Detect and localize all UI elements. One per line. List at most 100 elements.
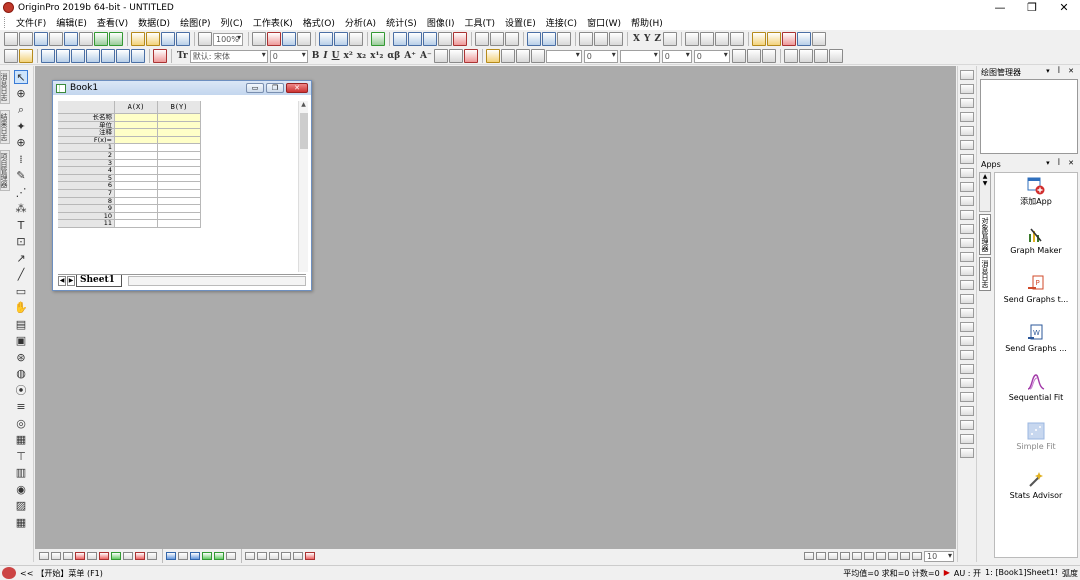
column-chart-icon[interactable] (542, 32, 556, 46)
layout-6-icon[interactable] (304, 552, 315, 560)
arrange-5-icon[interactable] (852, 552, 862, 560)
align-icon[interactable] (433, 49, 448, 63)
status-prefix[interactable]: << (20, 569, 33, 578)
menu-format[interactable]: 格式(O) (298, 16, 340, 29)
layout-5-icon[interactable] (292, 552, 303, 560)
scroll-up-icon[interactable]: ▲ (299, 101, 308, 108)
pattern-color-icon[interactable] (500, 49, 515, 63)
app-icon-3[interactable] (782, 32, 796, 46)
menu-window[interactable]: 窗口(W) (582, 16, 626, 29)
row-label[interactable]: 长名称 (58, 114, 115, 122)
row-label[interactable]: F(x)= (58, 136, 115, 145)
new-project-icon[interactable] (4, 32, 18, 46)
legend-tool-icon[interactable]: ≡ (14, 400, 28, 414)
gradient-icon[interactable] (746, 49, 761, 63)
heatmap-graph-icon[interactable] (213, 552, 224, 560)
layer-tool-icon[interactable]: ◍ (14, 367, 28, 381)
fill-color-icon[interactable] (485, 49, 500, 63)
contour-graph-icon[interactable] (201, 552, 212, 560)
cell[interactable] (158, 167, 201, 175)
rt-tool-8-icon[interactable] (960, 168, 974, 178)
row-number[interactable]: 8 (58, 197, 115, 206)
column-header-a[interactable]: A(X) (115, 101, 158, 114)
pointer-icon[interactable]: ↖ (14, 70, 28, 84)
3d-plot-icon[interactable] (131, 49, 145, 63)
color-scale-icon[interactable]: ◎ (14, 417, 28, 431)
menu-data[interactable]: 数据(D) (133, 16, 175, 29)
arrange-6-icon[interactable] (864, 552, 874, 560)
region-mask-icon[interactable]: ⋰ (14, 186, 28, 200)
next-column-icon[interactable] (715, 32, 729, 46)
menu-analysis[interactable]: 分析(A) (340, 16, 381, 29)
first-column-icon[interactable] (685, 32, 699, 46)
plot-details-icon[interactable] (393, 32, 407, 46)
new-layout-icon[interactable] (94, 32, 108, 46)
line-plot-icon[interactable] (41, 49, 55, 63)
line-style-combo[interactable] (545, 49, 582, 63)
scale-icon[interactable]: ✦ (14, 120, 28, 134)
draw-data-icon[interactable]: ⊛ (14, 351, 28, 365)
zoom-combo[interactable]: 100% (213, 32, 243, 46)
arrange-2-icon[interactable] (816, 552, 826, 560)
layout-4-icon[interactable] (280, 552, 291, 560)
rt-tool-1-icon[interactable] (960, 70, 974, 80)
line-graph-icon[interactable] (38, 552, 49, 560)
cell[interactable] (115, 151, 158, 160)
mask-tool-icon[interactable]: ⦿ (14, 384, 28, 398)
row-label[interactable]: 注释 (58, 129, 115, 137)
worksheet-grid[interactable]: A(X) B(Y) 长名称 单位 注释 F(x)= 1 2 3 4 5 6 7 … (58, 101, 294, 272)
stacked-chart-icon[interactable] (557, 32, 571, 46)
unmerge-cells-icon[interactable] (798, 49, 813, 63)
cell[interactable] (115, 197, 158, 206)
app-item-simple-fit[interactable]: Simple Fit (995, 418, 1077, 467)
sheet-prev-icon[interactable]: ◀ (58, 275, 66, 286)
rt-tool-11-icon[interactable] (960, 210, 974, 220)
arrange-4-icon[interactable] (840, 552, 850, 560)
cell[interactable] (158, 144, 201, 152)
arrange-10-icon[interactable] (912, 552, 922, 560)
subscript-icon[interactable]: x₂ (357, 51, 366, 61)
rt-tool-20-icon[interactable] (960, 336, 974, 346)
menu-column[interactable]: 列(C) (216, 16, 248, 29)
panel-controls[interactable]: ▾ ꟾ ✕ (1046, 159, 1077, 167)
app-icon-5[interactable] (812, 32, 826, 46)
object-manager-icon[interactable] (438, 32, 452, 46)
workbook-titlebar[interactable]: Book1 ▭ ❐ ✕ (53, 81, 311, 95)
line-scatter-icon[interactable] (62, 552, 73, 560)
last-column-icon[interactable] (730, 32, 744, 46)
column-plot-icon[interactable] (86, 49, 100, 63)
error-bar-icon[interactable] (98, 552, 109, 560)
line-width-combo[interactable]: 0 (583, 49, 618, 63)
menu-preferences[interactable]: 设置(E) (500, 16, 541, 29)
wrap-text-icon[interactable] (813, 49, 828, 63)
bold-icon[interactable]: B (312, 51, 320, 61)
reapply-filter-icon[interactable] (609, 32, 623, 46)
row-number[interactable]: 3 (58, 159, 115, 168)
scatter-graph-icon[interactable] (50, 552, 61, 560)
data-reader-icon[interactable]: ⊕ (14, 136, 28, 150)
close-button[interactable]: ✕ (1048, 0, 1080, 15)
vector-graph-icon[interactable] (134, 552, 145, 560)
layout-1-icon[interactable] (244, 552, 255, 560)
rt-tool-15-icon[interactable] (960, 266, 974, 276)
corner-cell[interactable] (58, 101, 115, 114)
cell[interactable] (115, 205, 158, 213)
print-icon[interactable] (252, 32, 266, 46)
sheet-tab[interactable]: Sheet1 (76, 274, 122, 287)
status-angle[interactable]: 弧度 (1062, 568, 1078, 579)
cell[interactable] (115, 167, 158, 175)
status-au[interactable]: AU : 开 (954, 568, 981, 579)
spacing-combo[interactable]: 10 (924, 550, 954, 562)
arrange-8-icon[interactable] (888, 552, 898, 560)
rt-tool-25-icon[interactable] (960, 406, 974, 416)
increase-font-icon[interactable]: A⁺ (404, 51, 416, 61)
minimize-button[interactable]: — (984, 0, 1016, 15)
font-size-combo[interactable]: 0 (269, 49, 308, 63)
cell[interactable] (158, 159, 201, 168)
grid-tool-icon[interactable]: ▦ (14, 516, 28, 530)
side-tab-project[interactable]: 项目管理器 (0, 150, 10, 191)
add-column-icon[interactable] (453, 32, 467, 46)
pattern-icon[interactable] (731, 49, 746, 63)
layer-management-icon[interactable] (408, 32, 422, 46)
object-manager-tab[interactable]: 对象管理器 (979, 214, 991, 255)
